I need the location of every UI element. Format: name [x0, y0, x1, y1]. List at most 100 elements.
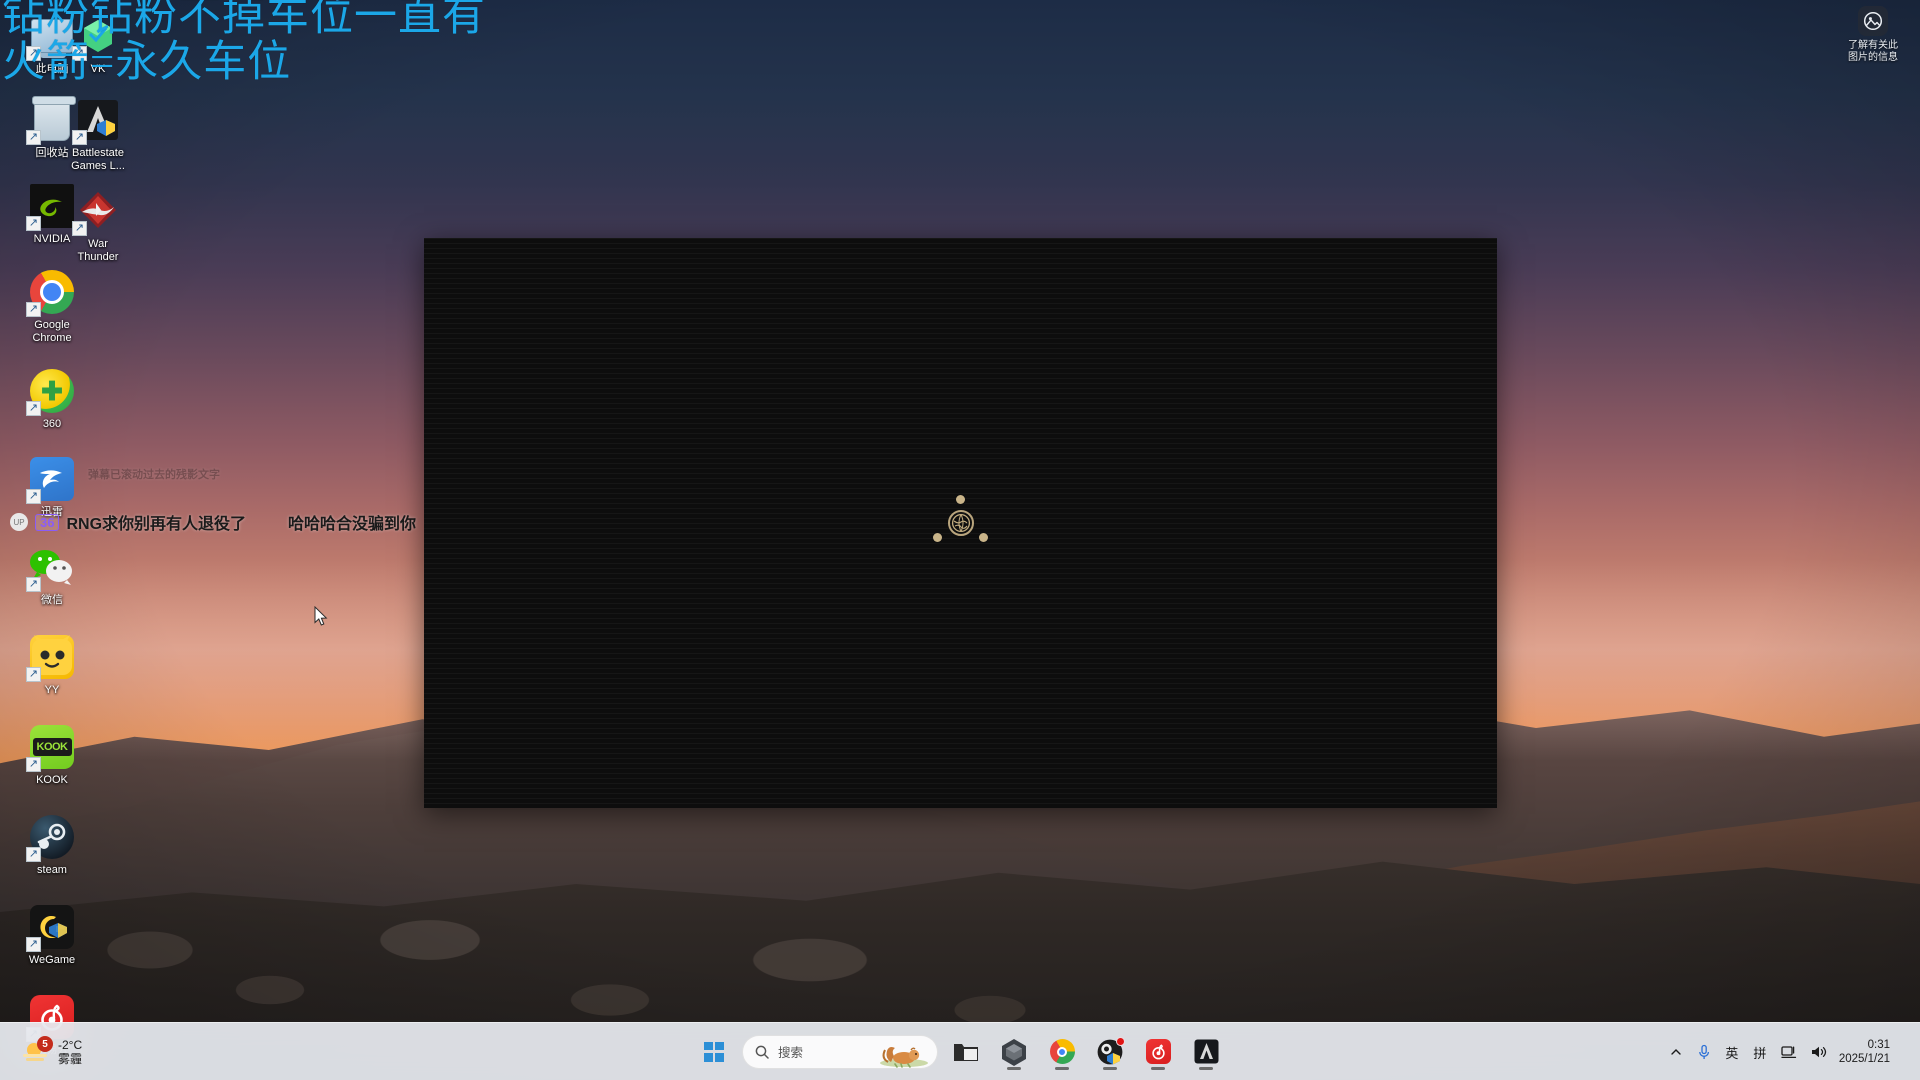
netease-music-icon	[1145, 1039, 1171, 1064]
xunlei-icon: ↗	[26, 455, 76, 504]
war-thunder-icon: ↗	[72, 187, 122, 236]
loader-dot	[978, 533, 988, 542]
microphone-tray-button[interactable]	[1691, 1032, 1717, 1072]
chevron-up-icon	[1671, 1049, 1681, 1055]
volume-icon	[1811, 1046, 1826, 1058]
mouse-cursor	[314, 605, 328, 626]
desktop-icon-label: 微信	[41, 594, 63, 606]
spotlight-label: 了解有关此 图片的信息	[1848, 40, 1898, 63]
desktop-icon-label: Google Chrome	[32, 319, 72, 344]
shortcut-arrow-icon: ↗	[26, 937, 41, 952]
shortcut-arrow-icon: ↗	[26, 667, 41, 682]
360-security-icon: ↗	[26, 367, 76, 416]
taskbar-item-hex-app[interactable]	[994, 1032, 1034, 1072]
taskbar-item-tarkov[interactable]	[1186, 1032, 1226, 1072]
system-tray[interactable]: 英 拼 0:31 2025/1/21	[1663, 1023, 1920, 1080]
desktop-icon-wechat[interactable]: ↗ 微信	[0, 539, 104, 607]
desktop-icon-360[interactable]: ↗ 360	[0, 363, 104, 431]
desktop-icon-vk[interactable]: ↗ VK	[46, 8, 150, 76]
danmaku-text: 弹幕已滚动过去的残影文字	[88, 469, 220, 481]
desktop-icon-label: War Thunder	[77, 238, 119, 263]
notification-center-button[interactable]	[1900, 1040, 1908, 1064]
steam-icon: ↗	[26, 813, 76, 862]
desktop-icon-google-chrome[interactable]: ↗ Google Chrome	[0, 264, 104, 345]
taskbar-item-chrome[interactable]	[1042, 1032, 1082, 1072]
shortcut-arrow-icon: ↗	[72, 46, 87, 61]
yy-icon: ↗	[26, 633, 76, 682]
kook-icon: KOOK ↗	[26, 723, 76, 772]
globe-spinner-icon	[932, 495, 989, 551]
image-info-icon[interactable]	[1858, 6, 1888, 36]
shortcut-arrow-icon: ↗	[26, 757, 41, 772]
volume-tray-button[interactable]	[1805, 1032, 1833, 1072]
tarkov-icon	[1194, 1039, 1218, 1064]
shortcut-arrow-icon: ↗	[72, 221, 87, 236]
desktop-icon-war-thunder[interactable]: ↗ War Thunder	[46, 183, 150, 264]
globe-icon	[947, 510, 974, 536]
desktop-icon-label: 360	[42, 418, 62, 430]
file-explorer-icon	[954, 1043, 978, 1061]
danmaku-comment: 哈哈哈合没骗到你	[288, 510, 416, 534]
media-player-window[interactable]	[424, 238, 1497, 808]
search-input[interactable]: 搜索	[742, 1034, 938, 1069]
danmaku-text: RNG求你别再有人退役了	[66, 516, 247, 533]
spotlight-info-badge[interactable]: 了解有关此 图片的信息	[1838, 6, 1908, 64]
desktop-icon-label: WeGame	[28, 954, 76, 966]
vk-icon: ↗	[72, 12, 122, 61]
ime-mode-button[interactable]: 拼	[1747, 1032, 1773, 1072]
microphone-icon	[1698, 1044, 1709, 1059]
start-button[interactable]	[694, 1032, 734, 1072]
taskbar-center-cluster: 搜索	[0, 1023, 1920, 1080]
desktop-icon-kook[interactable]: KOOK ↗ KOOK	[0, 719, 104, 787]
danmaku-level-badge: 36	[35, 513, 60, 531]
taskbar[interactable]: 5 -2°C 雾霾 搜索 英 拼 0:31 2025/1/21	[0, 1022, 1920, 1080]
desktop-icon-label: steam	[37, 864, 67, 876]
desktop-icon-yy[interactable]: ↗ YY	[0, 629, 104, 697]
desktop-icon-xunlei[interactable]: ↗ 迅雷	[0, 451, 104, 519]
desktop-icon-column-2: ↗ VK ↗ Battlestate Games L... ↗ War Thun…	[46, 8, 150, 264]
shortcut-arrow-icon: ↗	[26, 401, 41, 416]
network-icon	[1781, 1046, 1796, 1059]
notification-badge-dot	[1116, 1036, 1125, 1046]
desktop-icon-label: YY	[44, 684, 60, 696]
ime-language-button[interactable]: 英	[1719, 1032, 1745, 1072]
desktop[interactable]: ↗ 此电脑 ↗ 回收站 ↗ NVIDIA ↗ Google Chrome ✚ ↗…	[0, 0, 1920, 1080]
loader-dot	[932, 533, 942, 542]
clock-date: 2025/1/21	[1838, 1053, 1890, 1065]
search-icon	[755, 1045, 769, 1059]
taskbar-clock[interactable]: 0:31 2025/1/21	[1835, 1038, 1898, 1066]
loader-dot	[955, 495, 965, 504]
desktop-icon-label: KOOK	[36, 774, 68, 786]
clock-time: 0:31	[1867, 1039, 1890, 1051]
chrome-icon	[1049, 1039, 1075, 1064]
shortcut-arrow-icon: ↗	[26, 130, 41, 145]
battlestate-games-icon: ↗	[72, 96, 122, 145]
wegame-icon: ↗	[26, 903, 76, 952]
shortcut-arrow-icon: ↗	[26, 489, 41, 504]
desktop-icon-label: Battlestate Games L...	[71, 147, 125, 172]
shortcut-arrow-icon: ↗	[26, 847, 41, 862]
windows-logo-icon	[704, 1041, 724, 1062]
danmaku-avatar: UP	[10, 513, 28, 531]
hexagon-app-icon	[1002, 1038, 1026, 1066]
desktop-icon-wegame[interactable]: ↗ WeGame	[0, 899, 104, 967]
network-tray-button[interactable]	[1775, 1032, 1803, 1072]
danmaku-text: 哈哈哈合没骗到你	[288, 516, 417, 533]
shortcut-arrow-icon: ↗	[26, 46, 41, 61]
show-hidden-icons-button[interactable]	[1663, 1032, 1689, 1072]
danmaku-comment: UP 36 RNG求你别再有人退役了	[10, 510, 246, 534]
taskbar-item-file-explorer[interactable]	[946, 1032, 986, 1072]
danmaku-comment: 弹幕已滚动过去的残影文字	[88, 466, 220, 482]
search-placeholder: 搜索	[778, 1046, 804, 1060]
shortcut-arrow-icon: ↗	[26, 216, 41, 231]
desktop-icon-battlestate-games[interactable]: ↗ Battlestate Games L...	[46, 92, 150, 173]
desktop-icon-label: VK	[90, 63, 106, 75]
taskbar-item-obs[interactable]	[1090, 1032, 1130, 1072]
desktop-icon-steam[interactable]: ↗ steam	[0, 809, 104, 877]
wechat-icon: ↗	[26, 543, 76, 592]
taskbar-item-netease-music[interactable]	[1138, 1032, 1178, 1072]
squirrel-illustration-icon	[877, 1038, 931, 1068]
shortcut-arrow-icon: ↗	[26, 577, 41, 592]
shortcut-arrow-icon: ↗	[26, 302, 41, 317]
shortcut-arrow-icon: ↗	[72, 130, 87, 145]
